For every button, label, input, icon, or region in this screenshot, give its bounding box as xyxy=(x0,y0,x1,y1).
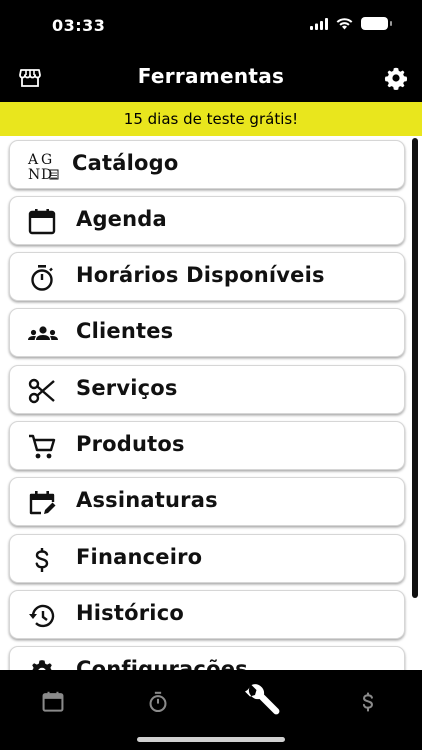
wrench-icon xyxy=(245,684,280,715)
menu-item-assinaturas[interactable]: Assinaturas xyxy=(9,477,405,526)
menu-item-catalogo[interactable]: A G N D Catálogo xyxy=(9,140,405,189)
scrollbar[interactable] xyxy=(412,138,418,598)
menu-item-label: Assinaturas xyxy=(76,488,218,512)
menu-item-clientes[interactable]: Clientes xyxy=(9,308,405,357)
wifi-icon xyxy=(336,17,353,29)
settings-button[interactable] xyxy=(384,66,408,90)
menu-item-horarios-disponiveis[interactable]: Horários Disponíveis xyxy=(9,252,405,301)
menu-item-label: Serviços xyxy=(76,376,178,400)
menu-item-configuracoes[interactable]: Configurações xyxy=(9,646,405,670)
tab-financeiro[interactable] xyxy=(348,682,388,722)
menu-item-label: Financeiro xyxy=(76,545,203,569)
calendar-edit-icon xyxy=(28,489,56,517)
dollar-icon xyxy=(28,546,56,574)
svg-text:A: A xyxy=(27,152,39,168)
people-icon xyxy=(26,320,60,348)
stopwatch-icon xyxy=(149,691,167,713)
menu-item-financeiro[interactable]: Financeiro xyxy=(9,534,405,583)
home-indicator[interactable] xyxy=(137,737,285,742)
menu-item-agenda[interactable]: Agenda xyxy=(9,196,405,245)
calendar-icon xyxy=(28,208,56,236)
catalog-logo-icon: A G N D xyxy=(24,150,64,182)
tab-agenda[interactable] xyxy=(33,682,73,722)
page-title: Ferramentas xyxy=(137,64,285,88)
gear-icon xyxy=(28,658,56,670)
status-icons xyxy=(310,17,392,30)
status-time: 03:33 xyxy=(52,16,106,35)
signal-icon xyxy=(310,17,328,30)
menu-item-produtos[interactable]: Produtos xyxy=(9,421,405,470)
tools-list[interactable]: A G N D Catálogo Agenda Horários Disponí… xyxy=(0,136,422,670)
menu-item-label: Produtos xyxy=(76,432,185,456)
gear-icon xyxy=(384,67,408,90)
status-bar: 03:33 xyxy=(0,0,422,54)
menu-item-label: Configurações xyxy=(76,657,248,670)
menu-item-label: Catálogo xyxy=(72,151,179,175)
scissors-icon xyxy=(28,377,56,405)
menu-item-servicos[interactable]: Serviços xyxy=(9,365,405,414)
svg-text:N: N xyxy=(28,167,40,182)
history-icon xyxy=(28,602,56,630)
trial-banner[interactable]: 15 dias de teste grátis! xyxy=(0,102,422,136)
menu-item-label: Horários Disponíveis xyxy=(76,263,325,287)
cart-icon xyxy=(28,433,56,461)
tab-horarios[interactable] xyxy=(138,682,178,722)
battery-icon xyxy=(361,17,392,30)
stopwatch-icon xyxy=(28,264,56,292)
menu-item-label: Clientes xyxy=(76,319,174,343)
calendar-icon xyxy=(42,691,64,712)
menu-item-label: Agenda xyxy=(76,207,167,231)
menu-item-label: Histórico xyxy=(76,601,184,625)
dollar-icon xyxy=(362,692,373,712)
svg-text:D: D xyxy=(41,167,52,182)
app-header: Ferramentas xyxy=(0,54,422,102)
tab-ferramentas[interactable] xyxy=(242,682,282,722)
menu-item-historico[interactable]: Histórico xyxy=(9,590,405,639)
svg-text:G: G xyxy=(41,152,52,168)
